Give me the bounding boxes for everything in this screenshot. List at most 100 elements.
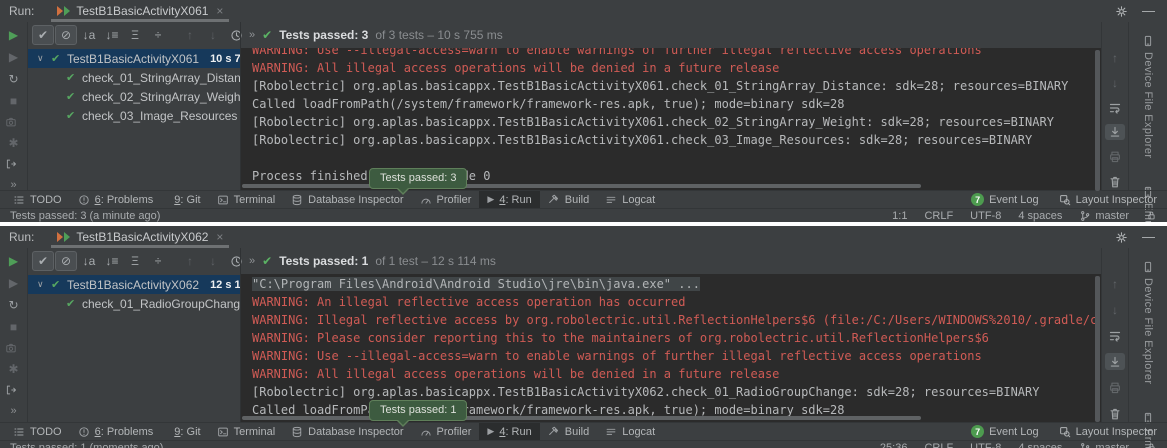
stop-icon[interactable]: ■ — [5, 94, 23, 108]
layout-inspector-button[interactable]: Layout Inspector — [1059, 426, 1157, 438]
soft-wrap-icon[interactable] — [1105, 100, 1125, 116]
git-branch-widget[interactable]: master — [1079, 442, 1129, 448]
screenshot-icon[interactable] — [5, 342, 23, 354]
show-ignored-icon[interactable]: ⊘ — [55, 251, 77, 271]
print-icon[interactable] — [1105, 149, 1125, 165]
more-icon[interactable]: » — [5, 404, 23, 418]
test-class-row[interactable]: ∨✔TestB1BasicActivityX062(org.aplas.basi… — [28, 275, 240, 294]
collapse-all-icon[interactable]: ÷ — [147, 251, 169, 271]
vertical-scrollbar[interactable] — [1095, 50, 1100, 191]
exit-icon[interactable] — [5, 384, 23, 396]
tab-close-icon[interactable]: × — [216, 230, 223, 244]
toolbar-overflow-icon[interactable]: » — [249, 255, 255, 267]
toolwindow-button-database[interactable]: Database Inspector — [283, 423, 411, 441]
soft-wrap-icon[interactable] — [1105, 328, 1125, 345]
exit-icon[interactable] — [5, 158, 23, 170]
toolwindow-button-build[interactable]: Build — [540, 191, 597, 209]
scroll-up-icon[interactable]: ↑ — [1105, 276, 1125, 293]
indent-setting[interactable]: 4 spaces — [1018, 442, 1062, 448]
toolwindow-button-problems[interactable]: 6: Problems — [70, 191, 162, 209]
scroll-to-end-icon[interactable] — [1105, 124, 1125, 140]
layout-inspector-button[interactable]: Layout Inspector — [1059, 194, 1157, 206]
toolwindow-button-git[interactable]: 9: Git — [161, 423, 208, 441]
line-endings[interactable]: CRLF — [924, 442, 953, 448]
stop-icon[interactable]: ■ — [5, 320, 23, 334]
toolwindow-button-logcat[interactable]: Logcat — [597, 423, 663, 441]
line-endings[interactable]: CRLF — [924, 210, 953, 222]
previous-failed-test-icon[interactable]: ↑ — [179, 25, 201, 45]
expand-all-icon[interactable]: Ξ — [124, 251, 146, 271]
rerun-icon[interactable]: ▶ — [5, 28, 23, 42]
file-encoding[interactable]: UTF-8 — [970, 442, 1001, 448]
minimize-icon[interactable]: — — [1142, 232, 1155, 242]
expander-chevron-icon[interactable]: ∨ — [37, 279, 51, 290]
sidebar-stripe-device[interactable]: Device File Explorer — [1142, 35, 1154, 158]
toolwindow-button-todo[interactable]: TODO — [5, 423, 70, 441]
test-method-row[interactable]: ✔check_02_StringArray_Weight327 ms — [28, 87, 240, 106]
indent-setting[interactable]: 4 spaces — [1018, 210, 1062, 222]
build-icon — [548, 194, 560, 206]
scroll-to-end-icon[interactable] — [1105, 353, 1125, 370]
event-log-button[interactable]: 7 Event Log — [971, 193, 1039, 206]
test-class-row[interactable]: ∨✔TestB1BasicActivityX061(org.aplas.basi… — [28, 49, 240, 68]
gear-icon[interactable] — [1115, 231, 1128, 244]
test-method-row[interactable]: ✔check_01_RadioGroupChange12 s 114 ms — [28, 294, 240, 313]
previous-failed-test-icon[interactable]: ↑ — [179, 251, 201, 271]
tab-close-icon[interactable]: × — [216, 4, 223, 18]
settings-icon[interactable]: ✱ — [5, 136, 23, 150]
caret-position[interactable]: 1:1 — [892, 210, 907, 222]
rerun-failed-icon[interactable]: ▶ — [5, 276, 23, 290]
gear-icon[interactable] — [1115, 5, 1128, 18]
scroll-up-icon[interactable]: ↑ — [1105, 50, 1125, 66]
clear-all-icon[interactable] — [1105, 405, 1125, 422]
git-branch-widget[interactable]: master — [1079, 210, 1129, 222]
toolwindow-button-run[interactable]: ▶4: Run — [479, 191, 539, 209]
sync-icon[interactable]: ↻ — [5, 298, 23, 312]
sort-alphabetically-icon[interactable]: ↓a — [78, 25, 100, 45]
next-failed-test-icon[interactable]: ↓ — [202, 25, 224, 45]
toolwindow-button-terminal[interactable]: Terminal — [209, 423, 284, 441]
sync-icon[interactable]: ↻ — [5, 72, 23, 86]
show-passed-icon[interactable]: ✔ — [32, 25, 54, 45]
toolwindow-button-todo[interactable]: TODO — [5, 191, 70, 209]
next-failed-test-icon[interactable]: ↓ — [202, 251, 224, 271]
toolwindow-button-profiler[interactable]: Profiler — [412, 423, 480, 441]
event-log-button[interactable]: 7 Event Log — [971, 425, 1039, 438]
file-encoding[interactable]: UTF-8 — [970, 210, 1001, 222]
sort-alphabetically-icon[interactable]: ↓a — [78, 251, 100, 271]
toolbar-overflow-icon[interactable]: » — [249, 29, 255, 41]
toolwindow-button-problems[interactable]: 6: Problems — [70, 423, 162, 441]
rerun-failed-icon[interactable]: ▶ — [5, 50, 23, 64]
run-config-tab[interactable]: TestB1BasicActivityX062 × — [50, 226, 230, 248]
rerun-icon[interactable]: ▶ — [5, 254, 23, 268]
collapse-all-icon[interactable]: ÷ — [147, 25, 169, 45]
expander-chevron-icon[interactable]: ∨ — [37, 53, 51, 64]
minimize-icon[interactable]: — — [1142, 6, 1155, 16]
horizontal-scrollbar[interactable] — [242, 416, 921, 420]
vertical-scrollbar[interactable] — [1095, 276, 1100, 422]
test-method-row[interactable]: ✔check_01_StringArray_Distance10 s 64 ms — [28, 68, 240, 87]
screenshot-icon[interactable] — [5, 116, 23, 128]
toolwindow-button-profiler[interactable]: Profiler — [412, 191, 480, 209]
sidebar-stripe-device[interactable]: Device File Explorer — [1142, 261, 1154, 384]
horizontal-scrollbar[interactable] — [242, 184, 921, 188]
expand-all-icon[interactable]: Ξ — [124, 25, 146, 45]
scroll-down-icon[interactable]: ↓ — [1105, 75, 1125, 91]
test-method-row[interactable]: ✔check_03_Image_Resources364 ms — [28, 106, 240, 125]
clear-all-icon[interactable] — [1105, 174, 1125, 190]
scroll-down-icon[interactable]: ↓ — [1105, 302, 1125, 319]
toolwindow-button-terminal[interactable]: Terminal — [209, 191, 284, 209]
toolwindow-button-build[interactable]: Build — [540, 423, 597, 441]
toolwindow-button-git[interactable]: 9: Git — [161, 191, 208, 209]
sort-by-duration-icon[interactable]: ↓≡ — [101, 25, 123, 45]
toolwindow-button-database[interactable]: Database Inspector — [283, 191, 411, 209]
sort-by-duration-icon[interactable]: ↓≡ — [101, 251, 123, 271]
toolwindow-button-run[interactable]: ▶4: Run — [479, 423, 539, 441]
caret-position[interactable]: 25:36 — [880, 442, 908, 448]
settings-icon[interactable]: ✱ — [5, 362, 23, 376]
show-ignored-icon[interactable]: ⊘ — [55, 25, 77, 45]
toolwindow-button-logcat[interactable]: Logcat — [597, 191, 663, 209]
show-passed-icon[interactable]: ✔ — [32, 251, 54, 271]
run-config-tab[interactable]: TestB1BasicActivityX061 × — [50, 0, 230, 22]
print-icon[interactable] — [1105, 379, 1125, 396]
